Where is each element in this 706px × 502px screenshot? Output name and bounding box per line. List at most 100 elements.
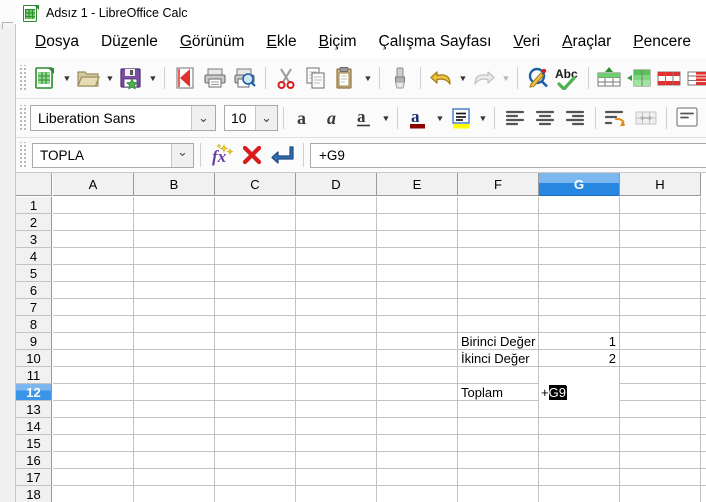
row-header-9[interactable]: 9 xyxy=(16,333,52,350)
print-preview-button[interactable] xyxy=(230,63,260,93)
paste-button[interactable] xyxy=(331,63,361,93)
cell-g9[interactable]: 1 xyxy=(539,333,619,350)
menu-gorunum[interactable]: Görünüm xyxy=(169,31,256,53)
name-box[interactable]: TOPLA xyxy=(32,142,194,168)
row-header-4[interactable]: 4 xyxy=(16,248,52,265)
toolbar-grip[interactable] xyxy=(18,65,27,91)
align-center-button[interactable] xyxy=(530,103,560,133)
menu-duzenle[interactable]: Düzenle xyxy=(90,31,169,53)
save-document-button[interactable] xyxy=(116,63,146,93)
cell-f9[interactable]: Birinci Değer xyxy=(458,333,538,350)
find-replace-button[interactable] xyxy=(523,63,553,93)
font-size-dropdown-arrow[interactable]: ⌄ xyxy=(255,106,277,130)
column-header-a[interactable]: A xyxy=(53,173,134,196)
format-cells-button[interactable] xyxy=(672,103,702,133)
font-name-dropdown-arrow[interactable]: ⌄ xyxy=(191,106,215,130)
name-box-dropdown-arrow[interactable] xyxy=(171,143,193,167)
row-header-18[interactable]: 18 xyxy=(16,486,52,502)
row-header-2[interactable]: 2 xyxy=(16,214,52,231)
open-document-button[interactable] xyxy=(73,63,103,93)
row-header-8[interactable]: 8 xyxy=(16,316,52,333)
row-header-16[interactable]: 16 xyxy=(16,452,52,469)
menu-calisma-sayfasi[interactable]: Çalışma Sayfası xyxy=(368,31,503,53)
formula-input-line[interactable]: +G9 xyxy=(310,142,706,168)
export-pdf-button[interactable] xyxy=(170,63,200,93)
insert-row-button[interactable] xyxy=(654,63,684,93)
save-document-dropdown[interactable] xyxy=(146,63,159,93)
underline-dropdown[interactable] xyxy=(379,103,392,133)
row-header-11[interactable]: 11 xyxy=(16,367,52,384)
column-header-c[interactable]: C xyxy=(215,173,296,196)
wrap-text-button[interactable] xyxy=(601,103,631,133)
cut-button[interactable] xyxy=(271,63,301,93)
font-name-combobox[interactable]: Liberation Sans ⌄ xyxy=(30,105,216,131)
column-header-e[interactable]: E xyxy=(377,173,458,196)
menu-araclar[interactable]: Araçlar xyxy=(551,31,622,53)
toolbar-separator xyxy=(517,67,518,89)
accept-formula-button[interactable] xyxy=(267,140,297,170)
copy-button[interactable] xyxy=(301,63,331,93)
row-header-10[interactable]: 10 xyxy=(16,350,52,367)
menu-ekle[interactable]: Ekle xyxy=(255,31,307,53)
row-header-6[interactable]: 6 xyxy=(16,282,52,299)
menu-veri[interactable]: Veri xyxy=(502,31,551,53)
menu-bicim[interactable]: Biçim xyxy=(308,31,368,53)
row-header-12[interactable]: 12 xyxy=(16,384,52,401)
column-header-d[interactable]: D xyxy=(296,173,377,196)
row-header-3[interactable]: 3 xyxy=(16,231,52,248)
column-header-f[interactable]: F xyxy=(458,173,539,196)
underline-button[interactable]: a xyxy=(349,103,379,133)
gridline-vertical xyxy=(376,197,377,502)
row-header-13[interactable]: 13 xyxy=(16,401,52,418)
italic-button[interactable]: a xyxy=(319,103,349,133)
row-header-7[interactable]: 7 xyxy=(16,299,52,316)
select-all-corner[interactable] xyxy=(16,173,52,196)
new-document-button[interactable] xyxy=(30,63,60,93)
bold-button[interactable]: a xyxy=(289,103,319,133)
highlight-color-button[interactable] xyxy=(446,103,476,133)
toolbar-grip[interactable] xyxy=(18,105,27,131)
function-wizard-button[interactable]: fx xyxy=(207,140,237,170)
menu-dosya[interactable]: Dosya xyxy=(24,31,90,53)
highlight-color-dropdown[interactable] xyxy=(476,103,489,133)
column-header-b[interactable]: B xyxy=(134,173,215,196)
font-color-button[interactable]: a xyxy=(403,103,433,133)
font-color-dropdown[interactable] xyxy=(433,103,446,133)
undo-button[interactable] xyxy=(426,63,456,93)
cell-area[interactable]: Birinci Değer 1 İkinci Değer 2 Toplam + G9 xyxy=(53,197,706,502)
cell-g10[interactable]: 2 xyxy=(539,350,619,367)
row-header-5[interactable]: 5 xyxy=(16,265,52,282)
gridline-vertical xyxy=(295,197,296,502)
formula-bar: TOPLA fx +G9 xyxy=(16,138,706,173)
undo-dropdown[interactable] xyxy=(456,63,469,93)
clone-formatting-button[interactable] xyxy=(385,63,415,93)
print-button[interactable] xyxy=(200,63,230,93)
cell-f10[interactable]: İkinci Değer xyxy=(458,350,538,367)
cell-f12[interactable]: Toplam xyxy=(458,384,538,401)
toolbar-separator xyxy=(164,67,165,89)
column-header-g[interactable]: G xyxy=(539,173,620,196)
reject-formula-button[interactable] xyxy=(237,140,267,170)
toolbar-separator xyxy=(265,67,266,89)
gridline-horizontal xyxy=(53,485,706,486)
sort-ascending-button[interactable] xyxy=(594,63,624,93)
font-size-combobox[interactable]: 10 ⌄ xyxy=(224,105,278,131)
column-header-h[interactable]: H xyxy=(620,173,701,196)
paste-dropdown[interactable] xyxy=(361,63,374,93)
insert-column-button[interactable] xyxy=(684,63,706,93)
gridline-horizontal xyxy=(53,264,706,265)
row-header-14[interactable]: 14 xyxy=(16,418,52,435)
row-header-17[interactable]: 17 xyxy=(16,469,52,486)
menu-pencere[interactable]: Pencere xyxy=(622,31,702,53)
autofilter-button[interactable] xyxy=(624,63,654,93)
align-left-button[interactable] xyxy=(500,103,530,133)
row-header-1[interactable]: 1 xyxy=(16,197,52,214)
align-right-button[interactable] xyxy=(560,103,590,133)
open-document-dropdown[interactable] xyxy=(103,63,116,93)
cell-editor-g12[interactable]: + G9 xyxy=(539,383,619,401)
row-header-15[interactable]: 15 xyxy=(16,435,52,452)
toolbar-separator xyxy=(379,67,380,89)
formula-bar-grip[interactable] xyxy=(18,142,27,168)
spelling-button[interactable]: Abc xyxy=(553,63,583,93)
new-document-dropdown[interactable] xyxy=(60,63,73,93)
